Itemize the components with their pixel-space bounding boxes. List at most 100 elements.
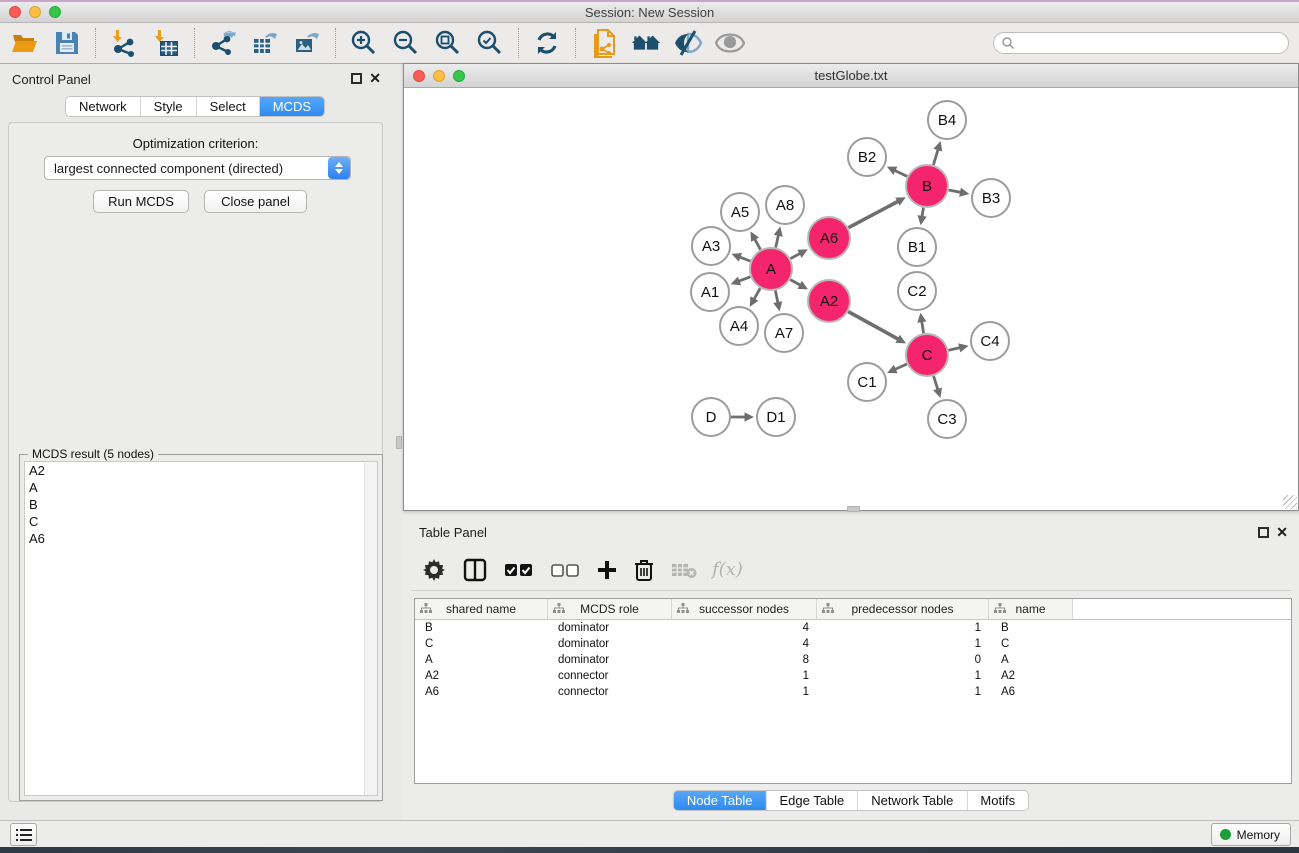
save-session-icon[interactable]	[52, 28, 82, 58]
float-table-panel-icon[interactable]	[1258, 527, 1269, 538]
task-history-button[interactable]	[10, 823, 37, 846]
result-scrollbar[interactable]	[364, 462, 377, 795]
graph-node-B2[interactable]: B2	[848, 138, 886, 176]
graph-node-A4[interactable]: A4	[720, 307, 758, 345]
column-header-successor-nodes[interactable]: successor nodes	[672, 599, 817, 619]
table-cell[interactable]: 1	[817, 620, 989, 636]
table-cell[interactable]: 1	[672, 668, 817, 684]
table-cell[interactable]: A	[415, 652, 548, 668]
graph-node-B[interactable]: B	[906, 165, 948, 207]
search-box[interactable]	[993, 32, 1289, 54]
tab-mcds[interactable]: MCDS	[260, 97, 324, 116]
tab-style[interactable]: Style	[141, 97, 197, 116]
table-cell[interactable]: dominator	[548, 636, 672, 652]
graph-node-A3[interactable]: A3	[692, 227, 730, 265]
graph-edge-B-B2[interactable]	[894, 170, 908, 177]
table-settings-icon[interactable]	[423, 559, 445, 581]
table-cell[interactable]: B	[415, 620, 548, 636]
column-header-MCDS-role[interactable]: MCDS role	[548, 599, 672, 619]
graph-node-C1[interactable]: C1	[848, 363, 886, 401]
table-cell[interactable]: 4	[672, 620, 817, 636]
network-from-selection-icon[interactable]	[589, 28, 619, 58]
table-cell[interactable]: connector	[548, 668, 672, 684]
graph-node-A[interactable]: A	[750, 248, 792, 290]
graph-node-A2[interactable]: A2	[808, 280, 850, 322]
refresh-icon[interactable]	[532, 28, 562, 58]
delete-table-icon[interactable]	[671, 561, 697, 579]
column-header-predecessor-nodes[interactable]: predecessor nodes	[817, 599, 989, 619]
node-table[interactable]: shared nameMCDS rolesuccessor nodesprede…	[414, 598, 1292, 784]
horizontal-split-divider-grip[interactable]	[847, 506, 860, 512]
run-mcds-button[interactable]: Run MCDS	[93, 190, 189, 213]
mcds-result-item[interactable]: B	[25, 496, 377, 513]
mcds-result-item[interactable]: C	[25, 513, 377, 530]
memory-button[interactable]: Memory	[1211, 823, 1291, 846]
graph-node-A7[interactable]: A7	[765, 314, 803, 352]
column-header-shared-name[interactable]: shared name	[415, 599, 548, 619]
birds-eye-view-icon[interactable]	[715, 28, 745, 58]
graph-edge-A-A7[interactable]	[775, 291, 778, 305]
home-icon[interactable]	[631, 28, 661, 58]
open-session-icon[interactable]	[10, 28, 40, 58]
graph-node-A8[interactable]: A8	[766, 186, 804, 224]
deselect-all-icon[interactable]	[551, 563, 579, 577]
float-panel-icon[interactable]	[351, 73, 362, 84]
window-resize-grip[interactable]	[1283, 495, 1297, 509]
graph-node-C2[interactable]: C2	[898, 272, 936, 310]
tab-motifs[interactable]: Motifs	[967, 791, 1028, 810]
table-cell[interactable]: A6	[989, 684, 1073, 700]
mcds-result-item[interactable]: A2	[25, 462, 377, 479]
zoom-fit-icon[interactable]	[433, 28, 463, 58]
export-network-icon[interactable]	[208, 28, 238, 58]
table-row[interactable]: Cdominator41C	[415, 636, 1291, 652]
graph-edge-A6-B[interactable]	[848, 201, 899, 228]
graph-node-A5[interactable]: A5	[721, 193, 759, 231]
search-input[interactable]	[1015, 34, 1288, 52]
export-image-icon[interactable]	[292, 28, 322, 58]
mcds-result-item[interactable]: A6	[25, 530, 377, 547]
graph-edge-B-B3[interactable]	[949, 190, 962, 193]
mcds-result-item[interactable]: A	[25, 479, 377, 496]
graph-edge-A-A8[interactable]	[776, 234, 779, 248]
graph-node-C[interactable]: C	[906, 334, 948, 376]
close-panel-icon[interactable]: ✕	[369, 70, 381, 87]
import-table-icon[interactable]	[151, 28, 181, 58]
graph-edge-A-A1[interactable]	[738, 277, 751, 282]
graph-node-A1[interactable]: A1	[691, 273, 729, 311]
show-hide-graphics-details-icon[interactable]	[673, 28, 703, 58]
table-row[interactable]: A2connector11A2	[415, 668, 1291, 684]
tab-select[interactable]: Select	[197, 97, 260, 116]
graph-node-B3[interactable]: B3	[972, 179, 1010, 217]
table-cell[interactable]: A2	[415, 668, 548, 684]
table-cell[interactable]: C	[989, 636, 1073, 652]
network-canvas[interactable]: B4B2BB3A8A5A6A3B1AC2A1A2A4A7C4CC1DD1C3	[404, 88, 1298, 510]
table-cell[interactable]: C	[415, 636, 548, 652]
zoom-out-icon[interactable]	[391, 28, 421, 58]
table-cell[interactable]: connector	[548, 684, 672, 700]
graph-node-D1[interactable]: D1	[757, 398, 795, 436]
zoom-in-icon[interactable]	[349, 28, 379, 58]
table-cell[interactable]: 0	[817, 652, 989, 668]
graph-edge-C-C3[interactable]	[934, 376, 939, 391]
mcds-result-list[interactable]: A2ABCA6	[24, 461, 378, 796]
vertical-split-divider-grip[interactable]	[396, 436, 402, 449]
show-columns-icon[interactable]	[463, 558, 487, 582]
graph-node-B1[interactable]: B1	[898, 228, 936, 266]
network-window-titlebar[interactable]: testGlobe.txt	[404, 64, 1298, 88]
table-cell[interactable]: dominator	[548, 620, 672, 636]
table-cell[interactable]: 1	[817, 668, 989, 684]
tab-network[interactable]: Network	[66, 97, 141, 116]
table-cell[interactable]: B	[989, 620, 1073, 636]
add-row-icon[interactable]	[597, 560, 617, 580]
graph-node-D[interactable]: D	[692, 398, 730, 436]
table-cell[interactable]: 1	[817, 684, 989, 700]
zoom-selected-icon[interactable]	[475, 28, 505, 58]
close-table-panel-icon[interactable]: ✕	[1276, 524, 1288, 541]
graph-edge-A-A4[interactable]	[753, 288, 760, 300]
table-cell[interactable]: 1	[817, 636, 989, 652]
table-cell[interactable]: 8	[672, 652, 817, 668]
table-row[interactable]: A6connector11A6	[415, 684, 1291, 700]
table-cell[interactable]: A6	[415, 684, 548, 700]
criterion-dropdown[interactable]: largest connected component (directed)	[44, 156, 351, 180]
table-cell[interactable]: A2	[989, 668, 1073, 684]
